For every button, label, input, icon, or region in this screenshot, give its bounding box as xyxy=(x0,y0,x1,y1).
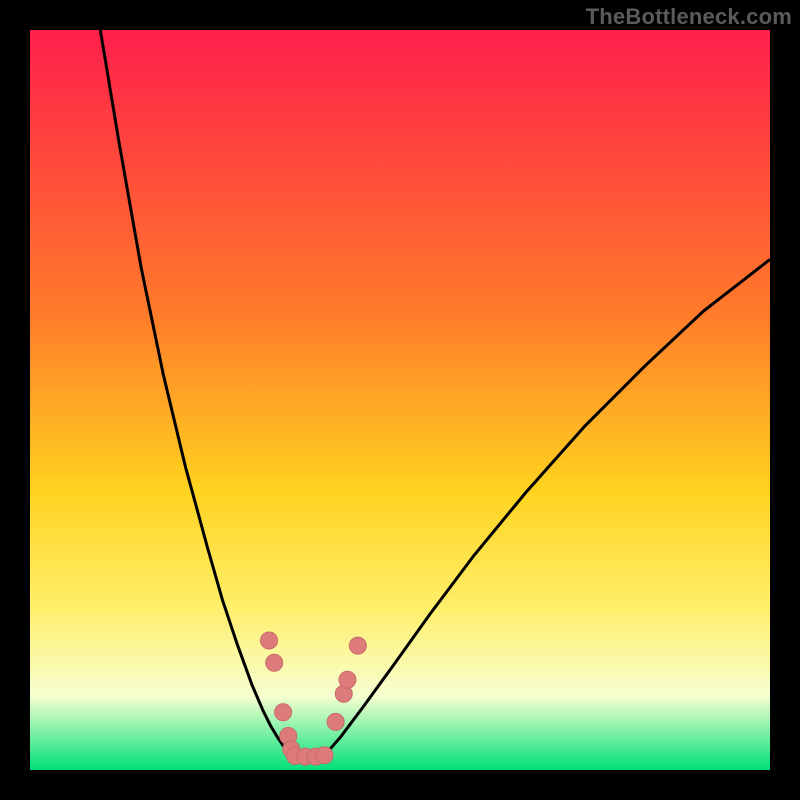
outer-frame: TheBottleneck.com xyxy=(0,0,800,800)
marker-floor xyxy=(316,747,333,764)
marker-right xyxy=(349,637,366,654)
marker-left xyxy=(261,632,278,649)
gradient-bg xyxy=(30,30,770,770)
marker-right xyxy=(339,671,356,688)
marker-left xyxy=(266,654,283,671)
bottleneck-chart xyxy=(30,30,770,770)
marker-left xyxy=(275,704,292,721)
watermark-text: TheBottleneck.com xyxy=(586,4,792,30)
plot-area xyxy=(30,30,770,770)
marker-right xyxy=(327,713,344,730)
